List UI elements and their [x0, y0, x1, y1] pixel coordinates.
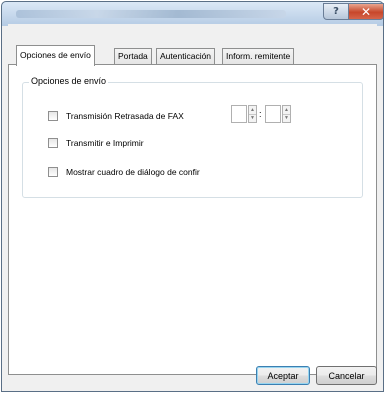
minutes-down-arrow-icon[interactable]: ▼ — [283, 114, 290, 122]
delayed-fax-label: Transmisión Retrasada de FAX — [66, 111, 184, 121]
window-title-blurred — [16, 10, 286, 18]
hours-spinner[interactable]: ▲ ▼ — [248, 105, 257, 123]
delayed-fax-checkbox[interactable] — [48, 111, 58, 121]
accept-button[interactable]: Aceptar — [256, 366, 310, 385]
close-button[interactable]: ✕ — [348, 3, 384, 20]
minutes-input[interactable] — [265, 105, 281, 123]
tab-label: Opciones de envío — [20, 50, 91, 60]
time-separator: : — [259, 109, 262, 119]
tab-label: Inform. remitente — [226, 51, 291, 61]
tab-autenticacion[interactable]: Autenticación — [156, 48, 216, 65]
title-bar[interactable]: ? ✕ — [2, 2, 384, 26]
groupbox-legend: Opciones de envío — [29, 76, 109, 86]
show-confirm-dialog-label: Mostrar cuadro de diálogo de confir — [66, 167, 200, 177]
tab-label: Autenticación — [160, 51, 212, 61]
send-and-print-checkbox[interactable] — [48, 138, 58, 148]
help-icon: ? — [333, 6, 339, 17]
tab-label: Portada — [118, 51, 148, 61]
tab-opciones-de-envio[interactable]: Opciones de envío — [16, 45, 95, 66]
hours-input[interactable] — [231, 105, 247, 123]
send-and-print-option[interactable]: Transmitir e Imprimir — [48, 137, 144, 149]
show-confirm-dialog-checkbox[interactable] — [48, 167, 58, 177]
help-button[interactable]: ? — [323, 3, 349, 20]
minutes-spinner[interactable]: ▲ ▼ — [282, 105, 291, 123]
hours-down-arrow-icon[interactable]: ▼ — [249, 114, 256, 122]
tab-inform-remitente[interactable]: Inform. remitente — [222, 48, 295, 65]
delayed-fax-option[interactable]: Transmisión Retrasada de FAX — [48, 110, 184, 122]
close-icon: ✕ — [360, 4, 372, 19]
tab-portada[interactable]: Portada — [114, 48, 152, 65]
show-confirm-dialog-option[interactable]: Mostrar cuadro de diálogo de confir — [48, 166, 200, 178]
send-and-print-label: Transmitir e Imprimir — [66, 138, 144, 148]
cancel-button[interactable]: Cancelar — [316, 366, 377, 385]
